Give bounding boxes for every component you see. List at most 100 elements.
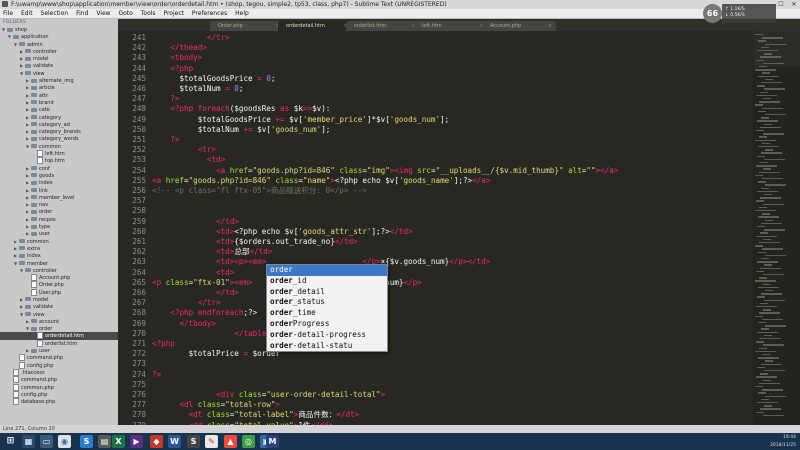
media-icon[interactable]: ▶ xyxy=(130,435,143,448)
menu-edit[interactable]: Edit xyxy=(18,9,36,18)
sidebar-folder[interactable]: ▶ conf xyxy=(0,165,118,172)
sidebar-folder[interactable]: ▼ order xyxy=(0,325,118,332)
sidebar-folder[interactable]: ▶ member_level xyxy=(0,194,118,201)
autocomplete-item[interactable]: order_time xyxy=(267,308,387,319)
autocomplete-item[interactable]: orderProgress xyxy=(267,319,387,330)
sidebar-folder[interactable]: ▶ user xyxy=(0,347,118,354)
folder-icon[interactable]: ▭ xyxy=(40,435,53,448)
tab-left-htm[interactable]: left.htm× xyxy=(414,21,488,31)
sidebar-folder[interactable]: ▶ category_brands xyxy=(0,128,118,135)
sidebar-folder[interactable]: ▶ goods xyxy=(0,172,118,179)
menu-selection[interactable]: Selection xyxy=(38,9,72,18)
speed-badge[interactable]: 66 xyxy=(703,4,722,23)
word-icon[interactable]: W xyxy=(168,435,181,448)
sidebar-file[interactable]: command.php xyxy=(0,354,118,362)
autocomplete-item[interactable]: order-detail-progress xyxy=(267,330,387,341)
sidebar-file[interactable]: left.htm xyxy=(0,150,118,158)
code-editor[interactable]: </tr> </thead> <tbody> <?php $totalGoods… xyxy=(148,31,753,425)
sidebar-folder[interactable]: ▼ controller xyxy=(0,267,118,274)
sidebar-folder[interactable]: ▶ order xyxy=(0,208,118,215)
sidebar-folder[interactable]: ▼ application xyxy=(0,33,118,40)
sidebar-file[interactable]: config.php xyxy=(0,361,118,369)
m-app-icon[interactable]: M xyxy=(266,435,279,448)
sidebar-folder[interactable]: ▶ validate xyxy=(0,303,118,310)
sidebar-folder[interactable]: ▶ cate xyxy=(0,106,118,113)
sidebar-folder[interactable]: ▶ nav xyxy=(0,201,118,208)
sidebar-file[interactable]: Account.php xyxy=(0,274,118,282)
sidebar-folder[interactable]: ▶ type xyxy=(0,223,118,230)
menu-find[interactable]: Find xyxy=(73,9,91,18)
sidebar-folder[interactable]: ▶ category_words xyxy=(0,135,118,142)
sidebar-folder[interactable]: ▶ account xyxy=(0,318,118,325)
sidebar-file[interactable]: command.php xyxy=(0,376,118,384)
excel-icon[interactable]: X xyxy=(112,435,125,448)
minimap-line xyxy=(756,376,777,378)
autocomplete-item[interactable]: order xyxy=(267,265,387,276)
sidebar-folder[interactable]: ▶ model xyxy=(0,296,118,303)
sidebar-folder[interactable]: ▶ article xyxy=(0,84,118,91)
sidebar-folder[interactable]: ▶ controller xyxy=(0,48,118,55)
sidebar-file[interactable]: Order.php xyxy=(0,281,118,289)
qq-browser-icon[interactable]: ◉ xyxy=(58,435,71,448)
app-icon[interactable]: ▲ xyxy=(224,435,237,448)
sidebar-folder[interactable]: ▶ model xyxy=(0,55,118,62)
sidebar-folder[interactable]: ▶ brand xyxy=(0,99,118,106)
tab-order-php[interactable]: Order.php× xyxy=(210,21,284,31)
menu-help[interactable]: Help xyxy=(232,9,252,18)
sublime-taskbar-icon[interactable]: S xyxy=(187,435,200,448)
archive-icon[interactable]: ▤ xyxy=(98,435,111,448)
menu-goto[interactable]: Goto xyxy=(115,9,135,18)
close-button[interactable]: ✕ xyxy=(788,0,800,9)
sidebar-file[interactable]: .htaccess xyxy=(0,368,118,376)
menu-file[interactable]: File xyxy=(0,9,16,18)
menu-view[interactable]: View xyxy=(93,9,113,18)
sidebar-file[interactable]: orderlist.htm xyxy=(0,339,118,347)
minimap[interactable] xyxy=(753,31,800,425)
autocomplete-item[interactable]: order_detail xyxy=(267,287,387,298)
chrome-icon[interactable]: ◎ xyxy=(242,435,255,448)
sidebar-file[interactable]: config.php xyxy=(0,390,118,398)
sidebar-folder[interactable]: ▶ link xyxy=(0,187,118,194)
sidebar-folder[interactable]: ▶ user xyxy=(0,230,118,237)
sidebar-folder[interactable]: ▶ recpos xyxy=(0,216,118,223)
sidebar-folder[interactable]: ▶ extra xyxy=(0,245,118,252)
file-explorer-icon[interactable]: ▦ xyxy=(22,435,35,448)
close-icon[interactable]: × xyxy=(548,21,552,31)
sidebar-folder[interactable]: ▶ index xyxy=(0,252,118,259)
sidebar-file[interactable]: database.php xyxy=(0,398,118,406)
sidebar-folder[interactable]: ▼ shop xyxy=(0,26,118,33)
sidebar-file[interactable]: User.php xyxy=(0,288,118,296)
line-number: 246 xyxy=(132,84,146,93)
sidebar-folder[interactable]: ▶ common xyxy=(0,238,118,245)
tab-orderdetail-htm[interactable]: orderdetail.htm× xyxy=(278,21,352,31)
sidebar-folder[interactable]: ▶ category xyxy=(0,114,118,121)
sidebar-file[interactable]: top.htm xyxy=(0,157,118,165)
sidebar-folder[interactable]: ▶ alternate_img xyxy=(0,77,118,84)
sidebar-folder[interactable]: ▼ view xyxy=(0,311,118,318)
sidebar-folder[interactable]: ▼ view xyxy=(0,70,118,77)
start-button[interactable]: ⊞ xyxy=(4,435,17,448)
autocomplete-item[interactable]: order_status xyxy=(267,297,387,308)
menu-project[interactable]: Project xyxy=(160,9,187,18)
tab-account-php[interactable]: Account.php × xyxy=(482,21,556,31)
sidebar-folder[interactable]: ▶ index xyxy=(0,179,118,186)
sidebar-folder[interactable]: ▼ common xyxy=(0,143,118,150)
maximize-button[interactable]: ☐ xyxy=(775,0,787,9)
sidebar-folder[interactable]: ▼ admin xyxy=(0,41,118,48)
line-number: 248 xyxy=(132,104,146,114)
sidebar-folder[interactable]: ▼ member xyxy=(0,260,118,267)
autocomplete-item[interactable]: order-detail-statu xyxy=(267,341,387,352)
sidebar-folder[interactable]: ▶ attr xyxy=(0,92,118,99)
red-app-icon[interactable]: ◆ xyxy=(150,435,163,448)
sidebar-file[interactable]: common.php xyxy=(0,383,118,391)
system-tray[interactable]: 19:44 2018/11/25 xyxy=(770,433,796,450)
sidebar-folder[interactable]: ▶ category_ad xyxy=(0,121,118,128)
paint-icon[interactable]: ✎ xyxy=(205,435,218,448)
sidebar-folder[interactable]: ▶ validate xyxy=(0,62,118,69)
menu-tools[interactable]: Tools xyxy=(138,9,159,18)
tab-orderlist-htm[interactable]: orderlist.htm× xyxy=(346,21,420,31)
menu-preferences[interactable]: Preferences xyxy=(189,9,230,18)
sidebar-file[interactable]: orderdetail.htm xyxy=(0,332,118,340)
autocomplete-item[interactable]: order_id xyxy=(267,276,387,287)
s-app-icon[interactable]: S xyxy=(80,435,93,448)
